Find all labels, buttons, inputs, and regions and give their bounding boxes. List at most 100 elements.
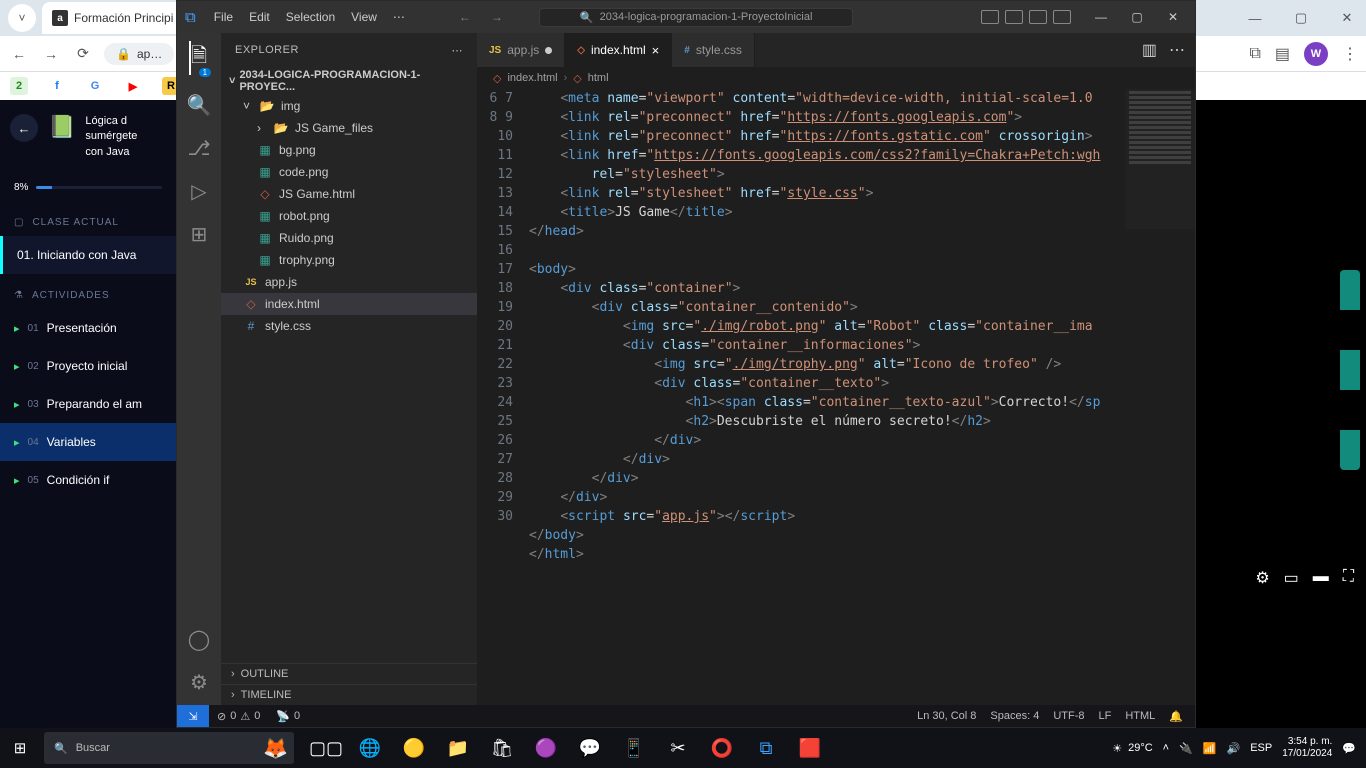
status-notifications[interactable]: 🔔 <box>1169 710 1183 723</box>
bookmark-item[interactable]: G <box>86 77 104 95</box>
vscode-maximize-button[interactable]: ▢ <box>1123 10 1151 24</box>
task-chrome2[interactable]: ⭕ <box>702 728 742 768</box>
status-indent[interactable]: Spaces: 4 <box>990 710 1039 723</box>
tree-item-app.js[interactable]: JSapp.js <box>221 271 477 293</box>
bookmark-item[interactable]: 2 <box>10 77 28 95</box>
titlebar-nav-back[interactable]: ← <box>451 10 479 24</box>
sidepanel-icon[interactable]: ▤ <box>1275 44 1290 64</box>
task-edge[interactable]: 🌐 <box>350 728 390 768</box>
address-bar[interactable]: 🔒 ap… <box>104 43 174 65</box>
menu-⋯[interactable]: ⋯ <box>385 10 413 24</box>
course-back-button[interactable]: ← <box>10 114 38 142</box>
activity-item[interactable]: ▸02 Proyecto inicial <box>0 347 176 385</box>
activity-item[interactable]: ▸01 Presentación <box>0 309 176 347</box>
activity-search[interactable]: 🔍 <box>187 93 212 118</box>
outline-section[interactable]: › OUTLINE <box>221 663 477 684</box>
titlebar-nav-forward[interactable]: → <box>483 10 511 24</box>
tree-item-JS Game_files[interactable]: ›📂JS Game_files <box>221 117 477 139</box>
browser-tab[interactable]: a Formación Principi <box>42 2 183 34</box>
split-editor-button[interactable]: ▥ <box>1142 40 1157 60</box>
task-vscode[interactable]: ⧉ <box>746 728 786 768</box>
tray-lang[interactable]: ESP <box>1250 742 1272 754</box>
activity-extensions[interactable]: ⊞ <box>191 222 208 247</box>
profile-avatar[interactable]: W <box>1304 42 1328 66</box>
status-eol[interactable]: LF <box>1099 710 1112 723</box>
task-view-button[interactable]: ▢▢ <box>306 728 346 768</box>
tab-more-button[interactable]: ⋯ <box>1169 40 1185 60</box>
tree-item-code.png[interactable]: ▦code.png <box>221 161 477 183</box>
activity-explorer[interactable]: 🗎1 <box>189 41 207 75</box>
status-encoding[interactable]: UTF-8 <box>1053 710 1084 723</box>
video-settings-button[interactable]: ⚙ <box>1255 568 1269 588</box>
explorer-root[interactable]: ˅ 2034-LOGICA-PROGRAMACION-1-PROYEC... <box>221 67 477 95</box>
video-theater-button[interactable]: ▬ <box>1313 568 1329 588</box>
extensions-icon[interactable]: ⧉ <box>1249 45 1260 63</box>
timeline-section[interactable]: › TIMELINE <box>221 684 477 705</box>
status-cursor[interactable]: Ln 30, Col 8 <box>917 710 976 723</box>
tree-item-style.css[interactable]: #style.css <box>221 315 477 337</box>
start-button[interactable]: ⊞ <box>0 739 40 757</box>
browser-close-button[interactable]: ✕ <box>1332 10 1362 26</box>
task-app[interactable]: 🟥 <box>790 728 830 768</box>
task-capcut[interactable]: ✂ <box>658 728 698 768</box>
menu-edit[interactable]: Edit <box>241 10 278 24</box>
task-store[interactable]: 🛍 <box>482 728 522 768</box>
nav-forward-button[interactable]: → <box>40 43 62 65</box>
task-copilot[interactable]: 🟣 <box>526 728 566 768</box>
nav-back-button[interactable]: ← <box>8 43 30 65</box>
weather-widget[interactable]: ☀ 29°C <box>1112 742 1152 755</box>
activity-item[interactable]: ▸03 Preparando el am <box>0 385 176 423</box>
activity-account[interactable]: ◯ <box>188 627 210 652</box>
minimap[interactable] <box>1125 89 1195 229</box>
status-language[interactable]: HTML <box>1125 710 1155 723</box>
task-chrome[interactable]: 🟡 <box>394 728 434 768</box>
browser-maximize-button[interactable]: ▢ <box>1286 10 1316 26</box>
activity-settings[interactable]: ⚙ <box>190 670 208 695</box>
command-center-search[interactable]: 🔍 2034-logica-programacion-1-ProyectoIni… <box>539 8 853 27</box>
browser-menu-button[interactable]: ⋮ <box>1342 44 1358 64</box>
tree-item-index.html[interactable]: ◇index.html <box>221 293 477 315</box>
remote-indicator[interactable]: ⇲ <box>177 705 209 727</box>
current-class-item[interactable]: 01. Iniciando con Java <box>0 236 176 274</box>
tray-clock[interactable]: 3:54 p. m.17/01/2024 <box>1282 736 1332 760</box>
tree-item-Ruido.png[interactable]: ▦Ruido.png <box>221 227 477 249</box>
tray-power[interactable]: 🔌 <box>1179 742 1193 755</box>
layout-controls[interactable] <box>981 10 1071 24</box>
tray-notifications[interactable]: 💬 <box>1342 742 1356 755</box>
editor-tab-style.css[interactable]: #style.css <box>672 33 755 67</box>
video-fullscreen-button[interactable]: ⛶ <box>1343 568 1354 588</box>
tray-wifi[interactable]: 📶 <box>1203 742 1217 755</box>
tree-item-JS Game.html[interactable]: ◇JS Game.html <box>221 183 477 205</box>
status-problems[interactable]: ⊘ 0 ⚠ 0 <box>209 710 268 723</box>
video-pip-button[interactable]: ▭ <box>1284 568 1299 588</box>
browser-minimize-button[interactable]: — <box>1240 11 1270 26</box>
nav-reload-button[interactable]: ⟳ <box>72 43 94 65</box>
explorer-more-button[interactable]: ⋯ <box>452 44 464 57</box>
tab-dropdown-button[interactable]: ˅ <box>8 4 36 32</box>
activity-item[interactable]: ▸05 Condición if <box>0 461 176 499</box>
tray-volume[interactable]: 🔊 <box>1227 742 1241 755</box>
activity-item[interactable]: ▸04 Variables <box>0 423 176 461</box>
menu-view[interactable]: View <box>343 10 385 24</box>
tree-item-robot.png[interactable]: ▦robot.png <box>221 205 477 227</box>
bookmark-item[interactable]: f <box>48 77 66 95</box>
tree-item-img[interactable]: ˅📂img <box>221 95 477 117</box>
task-explorer[interactable]: 📁 <box>438 728 478 768</box>
task-messenger[interactable]: 💬 <box>570 728 610 768</box>
bookmark-item[interactable]: ▶ <box>124 77 142 95</box>
tree-item-trophy.png[interactable]: ▦trophy.png <box>221 249 477 271</box>
editor-tab-index.html[interactable]: ◇index.html× <box>565 33 672 67</box>
breadcrumbs[interactable]: ◇index.html › ◇html <box>477 67 1195 89</box>
status-ports[interactable]: 📡 0 <box>268 710 308 723</box>
activity-scm[interactable]: ⎇ <box>187 136 210 161</box>
tray-expand[interactable]: ˄ <box>1163 742 1169 754</box>
editor-tab-app.js[interactable]: JSapp.js <box>477 33 565 67</box>
activity-run[interactable]: ▷ <box>191 179 206 204</box>
code-editor[interactable]: 6 7 8 9 10 11 12 13 14 15 16 17 18 19 20… <box>477 89 1195 705</box>
menu-file[interactable]: File <box>206 10 241 24</box>
vscode-minimize-button[interactable]: — <box>1087 10 1115 24</box>
vscode-close-button[interactable]: ✕ <box>1159 10 1187 24</box>
task-whatsapp[interactable]: 📱 <box>614 728 654 768</box>
taskbar-search[interactable]: 🔍 Buscar🦊 <box>44 732 294 764</box>
tree-item-bg.png[interactable]: ▦bg.png <box>221 139 477 161</box>
